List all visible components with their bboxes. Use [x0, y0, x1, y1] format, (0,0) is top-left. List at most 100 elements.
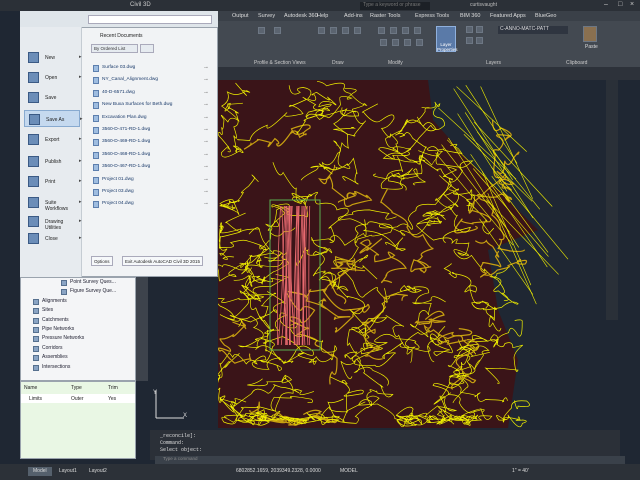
tree-item[interactable]: Corridors [42, 345, 63, 351]
tab-raster-tools[interactable]: Raster Tools [370, 13, 400, 19]
tab-express-tools[interactable]: Express Tools [415, 13, 449, 19]
menu-item-export[interactable]: Export ▸ [24, 131, 82, 148]
pin-icon[interactable]: ⊸ [204, 177, 208, 183]
tab-autodesk-360[interactable]: Autodesk 360 [284, 13, 318, 19]
ribbon-tabs: Output Survey Autodesk 360 Help Add-ins Raste… [218, 11, 640, 21]
tree-item[interactable]: Intersections [42, 364, 70, 370]
menu-item-publish[interactable]: Publish ▸ [24, 153, 82, 170]
line-icon[interactable] [318, 27, 325, 34]
layer-properties-button[interactable]: Layer Properties [436, 26, 458, 52]
layout-tab-layout1[interactable]: Layout1 [54, 467, 82, 476]
tab-help[interactable]: Help [317, 13, 328, 19]
menu-item-print[interactable]: Print ▸ [24, 173, 82, 190]
tree-item[interactable]: Assemblies [42, 354, 68, 360]
tree-item[interactable]: Sites [42, 307, 53, 313]
menu-item-suite-workflows[interactable]: Suite Workflows ▸ [24, 194, 82, 212]
menu-item-open[interactable]: Open ▸ [24, 69, 82, 86]
recent-file-item[interactable]: Surface 03.dwg ⊸ [93, 63, 208, 73]
circle-icon[interactable] [342, 27, 349, 34]
layout-tab-layout2[interactable]: Layout2 [84, 467, 112, 476]
pin-icon[interactable]: ⊸ [204, 65, 208, 71]
recent-file-item[interactable]: 3560-D-468-RD-1.dwg ⊸ [93, 150, 208, 160]
layer-freeze-icon[interactable] [476, 26, 483, 33]
menu-item-save-as[interactable]: Save As ▸ [24, 110, 83, 127]
tree-item[interactable]: Pressure Networks [42, 335, 84, 341]
layer-dropdown[interactable]: C-ANNO-MATC-PATT [498, 26, 568, 34]
recent-file-item[interactable]: Project 01.dwg ⊸ [93, 175, 208, 185]
menu-item-new[interactable]: New ▸ [24, 49, 82, 66]
toolspace-side-bar[interactable] [136, 277, 148, 381]
paste-label: Paste [585, 44, 598, 50]
tab-bluegeo[interactable]: BlueGeo [535, 13, 556, 19]
mirror-icon[interactable] [414, 27, 421, 34]
trim-icon[interactable] [380, 39, 387, 46]
maximize-icon[interactable]: □ [618, 1, 622, 8]
pin-icon[interactable]: ⊸ [204, 77, 208, 83]
pin-icon[interactable]: ⊸ [204, 127, 208, 133]
recent-file-item[interactable]: 3560-D-469-RD-1.dwg ⊸ [93, 137, 208, 147]
rotate-icon[interactable] [390, 27, 397, 34]
tree-item[interactable]: Figure Survey Que... [70, 288, 116, 294]
move-icon[interactable] [378, 27, 385, 34]
fillet-icon[interactable] [416, 39, 423, 46]
profile-view-icon[interactable] [258, 27, 265, 34]
chevron-right-icon: ▸ [79, 136, 82, 142]
scale-icon[interactable] [404, 39, 411, 46]
app-menu-search-input[interactable] [88, 15, 212, 24]
pin-icon[interactable]: ⊸ [204, 201, 208, 207]
pin-icon[interactable]: ⊸ [204, 139, 208, 145]
view-mode-button[interactable] [140, 44, 154, 53]
section-view-icon[interactable] [274, 27, 281, 34]
recent-file-item[interactable]: New Buxa Surfaces for Beth.dwg ⊸ [93, 100, 208, 110]
menu-item-save[interactable]: Save [24, 89, 80, 106]
recent-file-item[interactable]: 3560-D-471-RD-1.dwg ⊸ [93, 125, 208, 135]
layer-match-icon[interactable] [476, 37, 483, 44]
recent-file-item[interactable]: Project 03.dwg ⊸ [93, 187, 208, 197]
tab-add-ins[interactable]: Add-ins [344, 13, 363, 19]
arc-icon[interactable] [354, 27, 361, 34]
paste-icon[interactable] [583, 26, 597, 42]
utilities-icon [28, 216, 39, 227]
recent-file-item[interactable]: NY_Canal_Alignment.dwg ⊸ [93, 75, 208, 85]
layer-lock-icon[interactable] [466, 37, 473, 44]
options-button[interactable]: Options [91, 256, 113, 266]
tree-item[interactable]: Point Survey Ques... [70, 279, 116, 285]
pin-icon[interactable]: ⊸ [204, 189, 208, 195]
table-row[interactable]: Limits Outer Yes [21, 394, 135, 403]
tab-output[interactable]: Output [232, 13, 249, 19]
pin-icon[interactable]: ⊸ [204, 164, 208, 170]
search-input[interactable]: Type a keyword or phrase [360, 2, 430, 10]
model-space-button[interactable]: MODEL [340, 468, 358, 474]
navigation-bar[interactable] [606, 80, 618, 320]
tree-item[interactable]: Alignments [42, 298, 67, 304]
menu-item-drawing-utilities[interactable]: Drawing Utilities ▸ [24, 213, 82, 231]
close-icon[interactable]: × [630, 1, 634, 8]
tab-survey[interactable]: Survey [258, 13, 275, 19]
command-input[interactable]: Type a command [155, 456, 625, 464]
tab-bim-360[interactable]: BIM 360 [460, 13, 480, 19]
copy-icon[interactable] [402, 27, 409, 34]
user-name[interactable]: curtisvaught [470, 2, 497, 8]
drawing-canvas[interactable] [218, 80, 618, 428]
stretch-icon[interactable] [392, 39, 399, 46]
tree-item[interactable]: Catchments [42, 317, 69, 323]
recent-file-item[interactable]: Project 04.dwg ⊸ [93, 199, 208, 209]
polyline-icon[interactable] [330, 27, 337, 34]
recent-file-item[interactable]: 40-D-6571.dwg ⊸ [93, 88, 208, 98]
pin-icon[interactable]: ⊸ [204, 115, 208, 121]
minimize-icon[interactable]: – [604, 1, 608, 8]
exit-button[interactable]: Exit Autodesk AutoCAD Civil 3D 2015 [122, 256, 204, 266]
annotation-scale[interactable]: 1" = 40' [512, 468, 529, 474]
menu-item-close[interactable]: Close ▸ [24, 230, 82, 247]
recent-file-item[interactable]: Excavation Plan.dwg ⊸ [93, 113, 208, 123]
order-by-dropdown[interactable]: By Ordered List [91, 44, 138, 53]
layout-tab-model[interactable]: Model [28, 467, 52, 476]
pin-icon[interactable]: ⊸ [204, 90, 208, 96]
tree-item[interactable]: Pipe Networks [42, 326, 74, 332]
recent-file-item[interactable]: 3560-D-467-RD-1.dwg ⊸ [93, 162, 208, 172]
layer-off-icon[interactable] [466, 26, 473, 33]
pin-icon[interactable]: ⊸ [204, 152, 208, 158]
chevron-right-icon: ▸ [79, 74, 82, 80]
tab-featured-apps[interactable]: Featured Apps [490, 13, 526, 19]
pin-icon[interactable]: ⊸ [204, 102, 208, 108]
